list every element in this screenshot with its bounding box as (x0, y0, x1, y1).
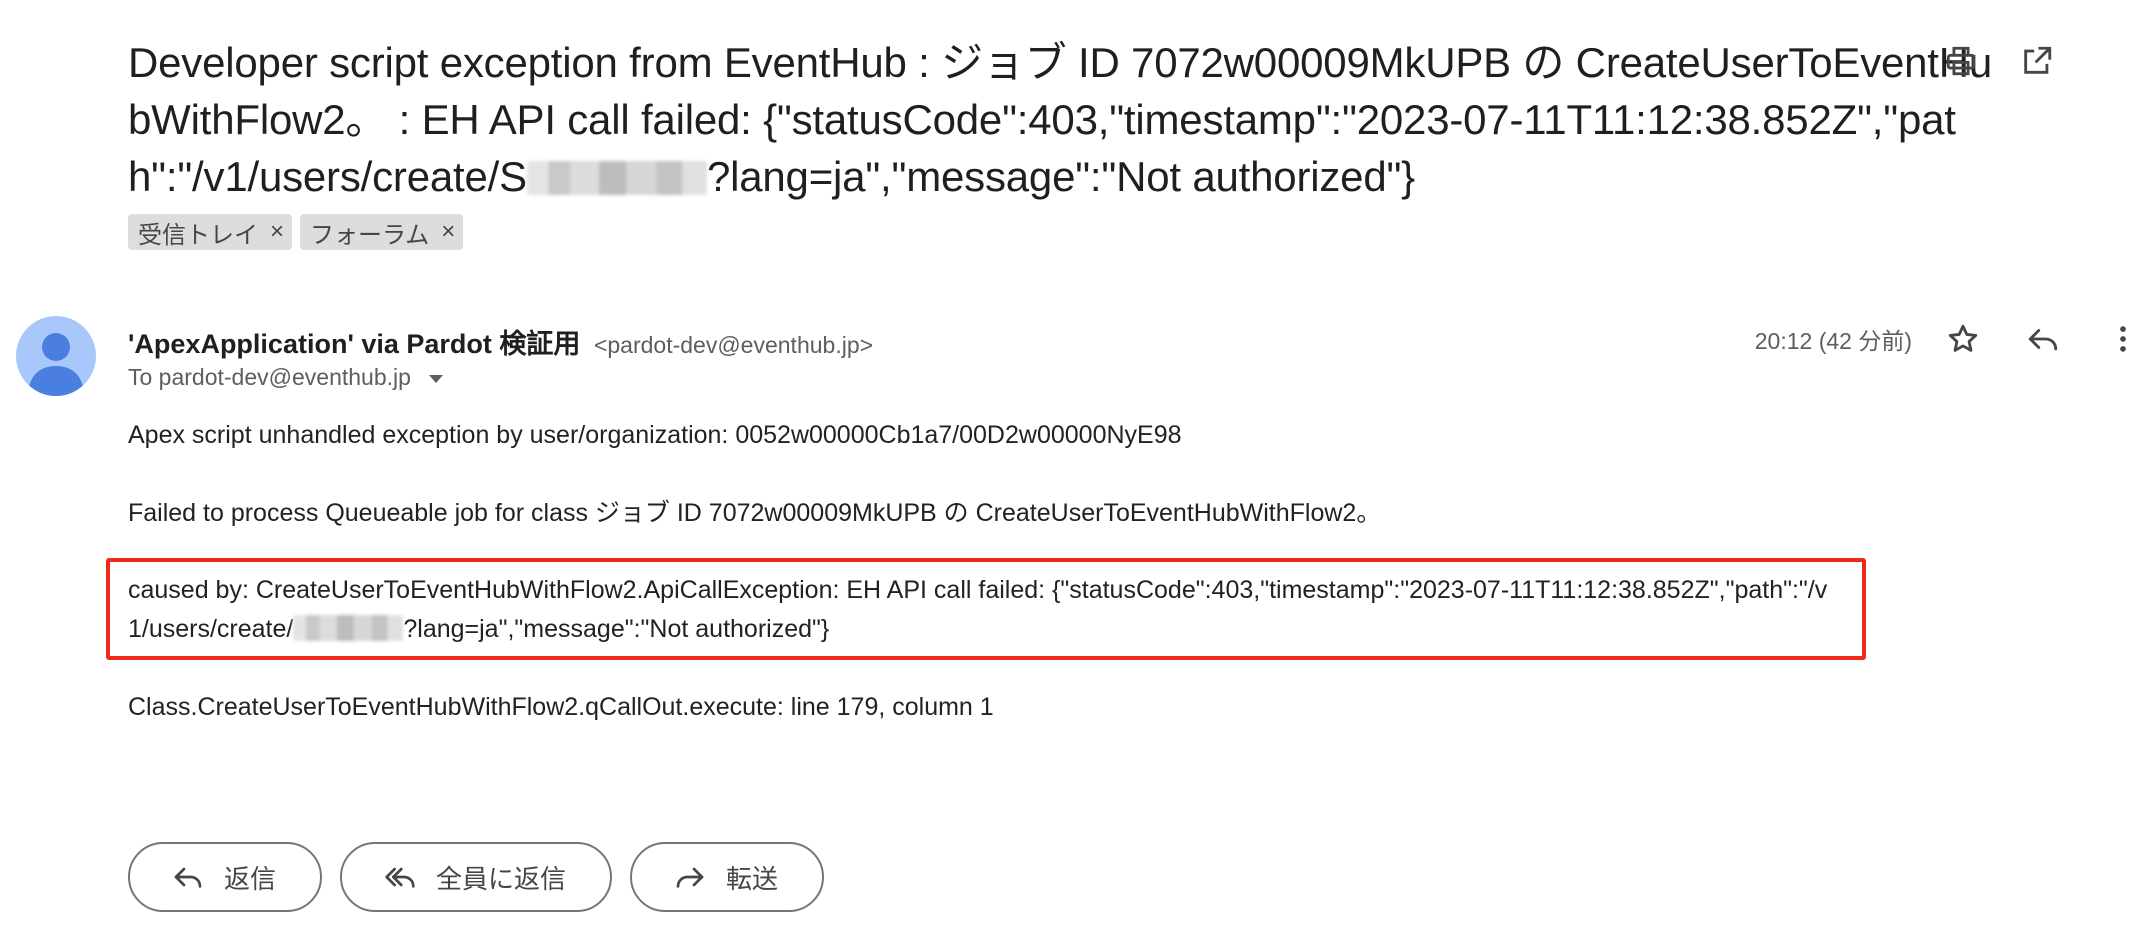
sender-line: 'ApexApplication' via Pardot 検証用 <pardot… (128, 322, 873, 361)
subject-actions (1944, 44, 2054, 78)
body-line: Failed to process Queueable job for clas… (128, 499, 1382, 527)
reply-icon (174, 867, 202, 888)
remove-label-icon[interactable]: × (270, 218, 284, 246)
reply-button[interactable]: 返信 (128, 842, 323, 912)
reply-icon[interactable] (2026, 322, 2060, 356)
redacted-blur (526, 161, 707, 195)
recipient-text: To pardot-dev@eventhub.jp (128, 364, 411, 390)
label-name: フォーラム (310, 221, 430, 249)
message-timestamp: 20:12 (42 分前) (1754, 328, 1912, 354)
remove-label-icon[interactable]: × (441, 218, 455, 246)
more-vert-icon[interactable] (2106, 322, 2140, 356)
forward-button[interactable]: 転送 (630, 842, 825, 912)
reply-button-label: 返信 (224, 863, 277, 894)
highlight-annotation-box (106, 558, 1866, 660)
reply-all-button[interactable]: 全員に返信 (340, 842, 613, 912)
body-line: Class.CreateUserToEventHubWithFlow2.qCal… (128, 693, 994, 721)
message-actions: 返信 全員に返信 転送 (128, 842, 825, 912)
label-name: 受信トレイ (138, 221, 258, 249)
recipient-line[interactable]: To pardot-dev@eventhub.jp (128, 364, 443, 391)
avatar[interactable] (16, 316, 96, 396)
reply-all-icon (385, 867, 415, 888)
chevron-down-icon[interactable] (428, 375, 443, 383)
open-in-new-icon[interactable] (2020, 44, 2054, 78)
message-meta: 20:12 (42 分前) (1755, 322, 2140, 356)
label-chip-forum: フォーラム × (300, 214, 464, 250)
forward-icon (676, 867, 704, 888)
sender-name[interactable]: 'ApexApplication' via Pardot 検証用 (128, 329, 580, 359)
subject-text-suffix: ?lang=ja","message":"Not authorized"} (706, 153, 1416, 200)
print-icon[interactable] (1944, 44, 1978, 78)
label-chip-inbox: 受信トレイ × (128, 214, 293, 250)
star-icon[interactable] (1946, 322, 1980, 356)
forward-button-label: 転送 (726, 863, 779, 894)
label-chips: 受信トレイ × フォーラム × (128, 214, 464, 250)
body-line: Apex script unhandled exception by user/… (128, 421, 1182, 449)
email-subject: Developer script exception from EventHub… (128, 34, 2008, 205)
person-icon (28, 333, 84, 396)
sender-email: <pardot-dev@eventhub.jp> (593, 332, 874, 358)
reply-all-button-label: 全員に返信 (436, 863, 567, 894)
